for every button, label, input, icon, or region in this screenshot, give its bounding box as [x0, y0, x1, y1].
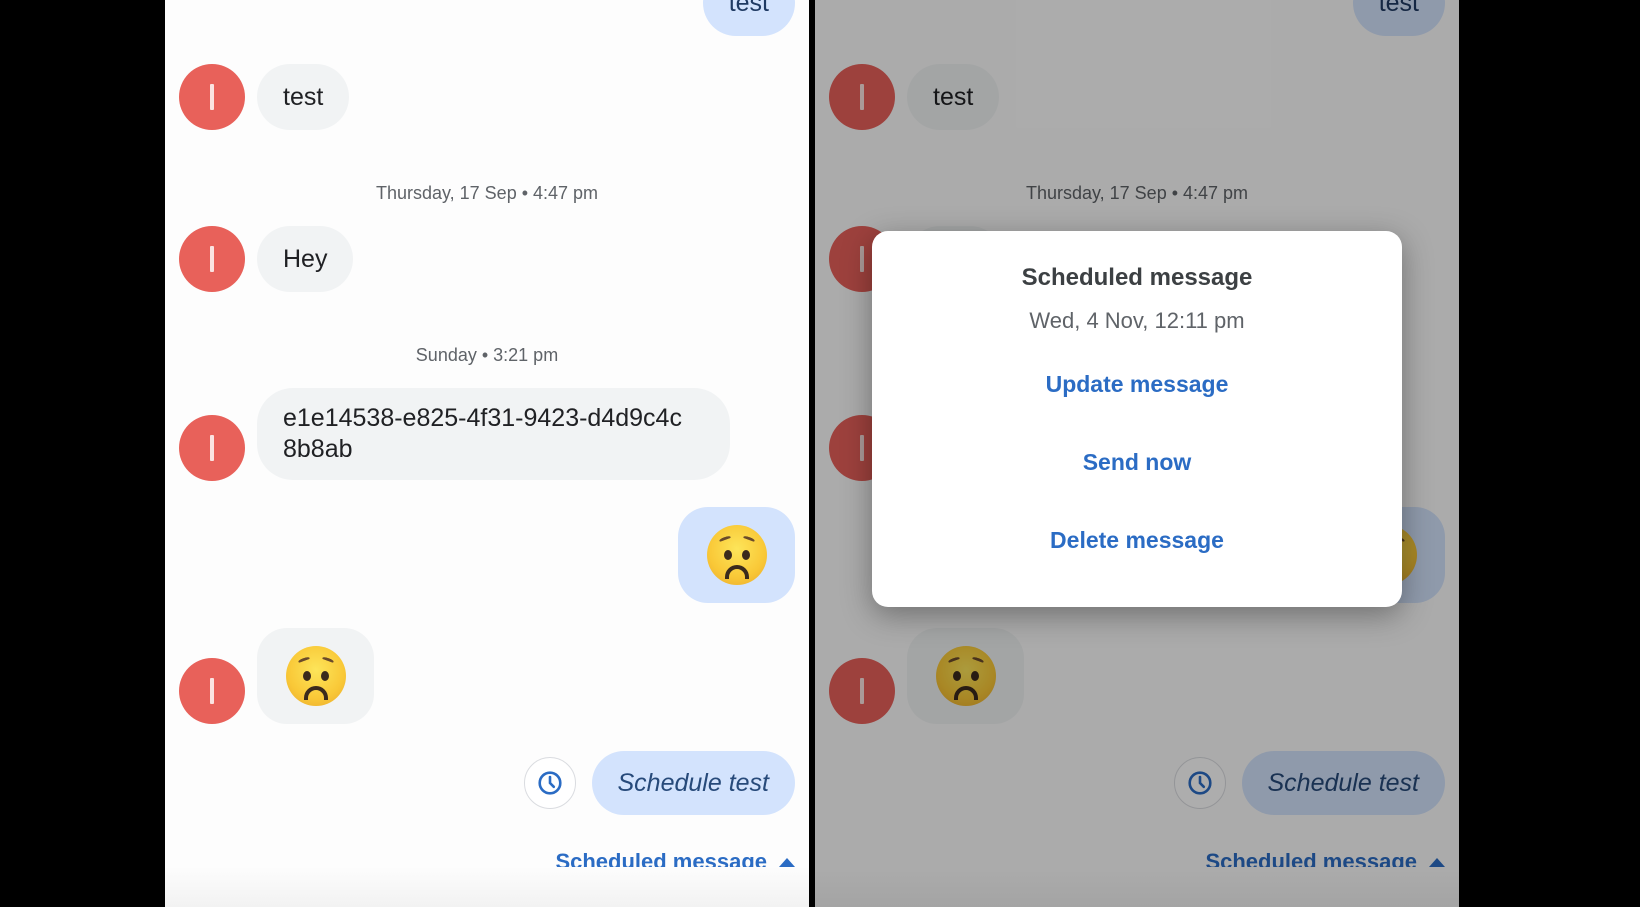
message-text: test [283, 82, 324, 111]
clock-icon [538, 771, 562, 795]
message-outgoing[interactable]: test [702, 0, 795, 36]
date-divider: Sunday • 3:21 pm [415, 345, 559, 365]
avatar[interactable] [179, 415, 245, 481]
message-incoming-emoji[interactable] [257, 628, 374, 724]
message-incoming[interactable]: e1e14538-e825-4f31-9423-d4d9c4c 8b8ab [257, 388, 730, 480]
message-text-line: e1e14538-e825-4f31-9423-d4d9c4c [283, 404, 682, 432]
message-text-line: 8b8ab [283, 435, 353, 463]
conversation-panel-with-dialog: test test Thursday, 17 Sep • 4:47 pm Hey [815, 0, 1459, 907]
avatar[interactable] [179, 64, 245, 130]
update-message-button[interactable]: Update message [872, 371, 1402, 398]
message-incoming[interactable]: test [257, 64, 350, 130]
caret-up-icon [779, 857, 795, 867]
avatar-initial [210, 435, 214, 461]
dialog-title: Scheduled message [1021, 264, 1253, 291]
avatar[interactable] [179, 658, 245, 724]
schedule-clock-button[interactable] [524, 757, 576, 809]
dialog-scheduled-time: Wed, 4 Nov, 12:11 pm [1029, 308, 1245, 333]
worried-face-icon [285, 646, 346, 706]
conversation-panel: test test Thursday, 17 Sep • 4:47 pm Hey… [165, 0, 809, 907]
scheduled-message-bubble[interactable]: Schedule test [591, 751, 795, 815]
worried-face-icon [706, 525, 767, 585]
scheduled-message-text: Schedule test [617, 768, 770, 797]
avatar-initial [210, 246, 214, 272]
message-outgoing-emoji[interactable] [678, 507, 795, 603]
bottom-fade [165, 867, 809, 907]
message-text: test [728, 0, 769, 17]
screenshot-stage: test test Thursday, 17 Sep • 4:47 pm Hey… [0, 0, 1640, 907]
message-text: Hey [283, 244, 328, 273]
send-now-button[interactable]: Send now [872, 449, 1402, 476]
avatar-initial [210, 678, 214, 704]
date-divider: Thursday, 17 Sep • 4:47 pm [375, 183, 599, 203]
scheduled-message-dialog: Scheduled message Wed, 4 Nov, 12:11 pm U… [872, 231, 1402, 607]
message-incoming[interactable]: Hey [257, 226, 354, 292]
avatar-initial [210, 84, 214, 110]
delete-message-button[interactable]: Delete message [872, 527, 1402, 554]
avatar[interactable] [179, 226, 245, 292]
